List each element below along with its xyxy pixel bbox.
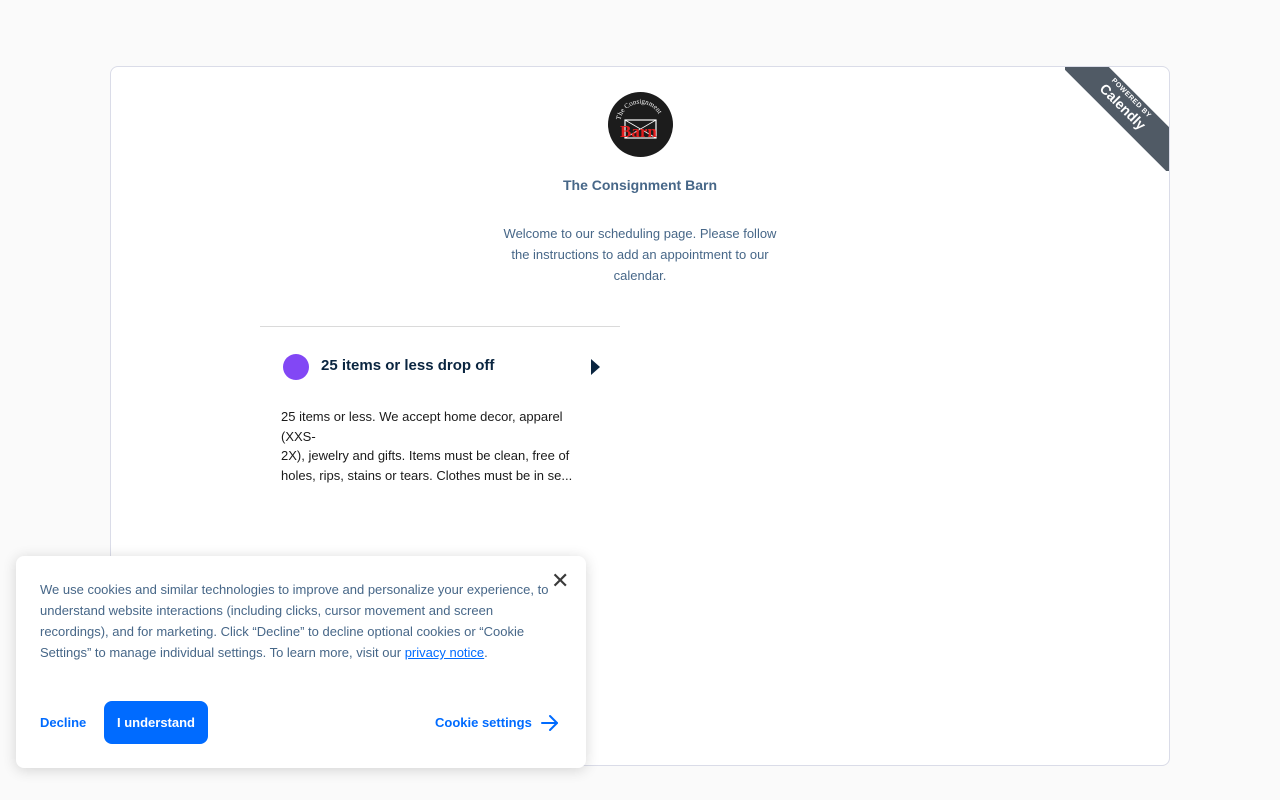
cookie-message-period: . bbox=[484, 645, 488, 660]
svg-text:The Consignment: The Consignment bbox=[614, 97, 663, 120]
org-logo: The Consignment Barn bbox=[608, 92, 673, 157]
welcome-message: Welcome to our scheduling page. Please f… bbox=[503, 226, 777, 283]
privacy-notice-link[interactable]: privacy notice bbox=[405, 645, 484, 660]
cookie-message: We use cookies and similar technologies … bbox=[40, 579, 560, 663]
cookie-banner: ✕ We use cookies and similar technologie… bbox=[16, 556, 586, 768]
event-title: 25 items or less drop off bbox=[321, 357, 495, 374]
event-type-item[interactable]: 25 items or less drop off 25 items or le… bbox=[260, 327, 620, 517]
event-color-dot bbox=[283, 354, 309, 380]
org-name: The Consignment Barn bbox=[562, 177, 717, 193]
accept-cookies-button[interactable]: I understand bbox=[104, 701, 208, 744]
logo-barn-text: Barn bbox=[620, 122, 657, 141]
logo-arc-text: The Consignment bbox=[614, 97, 663, 120]
decline-button[interactable]: Decline bbox=[40, 701, 86, 744]
powered-by-calendly-ribbon[interactable]: POWERED BY Calendly bbox=[1065, 67, 1169, 171]
event-description: 25 items or less. We accept home decor, … bbox=[281, 409, 573, 483]
chevron-right-icon bbox=[591, 359, 600, 375]
cookie-settings-button[interactable]: Cookie settings bbox=[435, 701, 532, 744]
arrow-right-icon[interactable] bbox=[540, 713, 560, 733]
